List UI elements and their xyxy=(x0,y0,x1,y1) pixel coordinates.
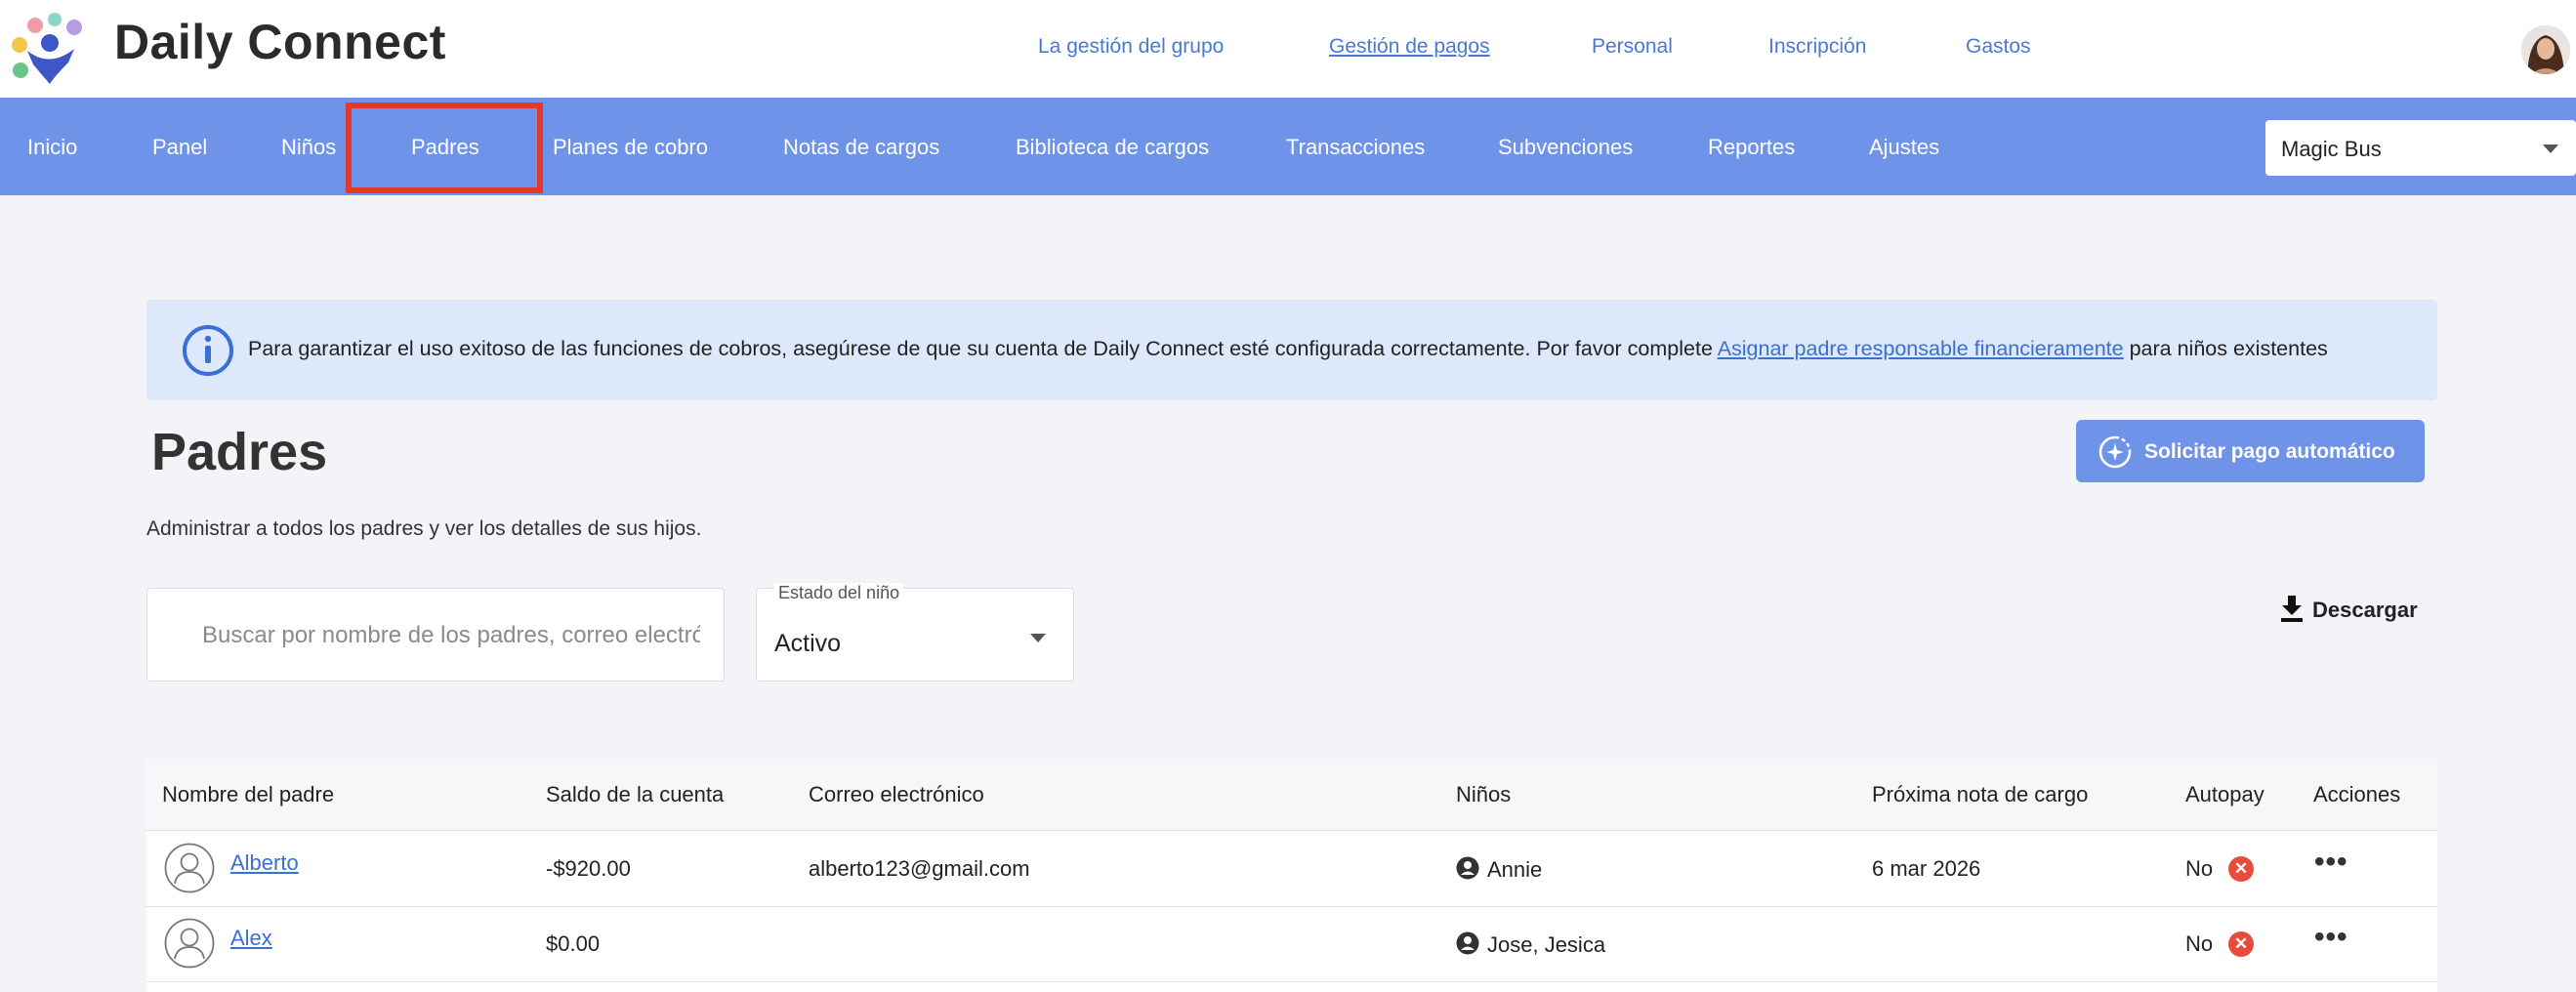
nav-item-dashboard[interactable]: Panel xyxy=(152,135,207,160)
top-header: Daily Connect La gestión del grupo Gesti… xyxy=(0,0,2576,98)
autopay-status: No xyxy=(2185,931,2214,956)
close-circle-icon: ✕ xyxy=(2228,856,2254,882)
email-cell: alberto123@gmail.com xyxy=(809,856,1030,881)
search-container xyxy=(146,588,725,682)
banner-text-after: para niños existentes xyxy=(2123,337,2328,360)
account-balance: -$920.00 xyxy=(546,856,631,881)
nav-item-charge-notes[interactable]: Notas de cargos xyxy=(783,135,939,160)
nav-item-home[interactable]: Inicio xyxy=(27,135,77,160)
download-icon xyxy=(2281,596,2303,622)
parent-avatar-icon xyxy=(164,843,215,893)
chevron-down-icon xyxy=(2543,145,2558,153)
child-status-select[interactable]: Estado del niño Activo xyxy=(756,583,1074,682)
nav-item-reports[interactable]: Reportes xyxy=(1708,135,1795,160)
children-cell: Annie xyxy=(1456,856,1542,883)
assign-financial-parent-link[interactable]: Asignar padre responsable financierament… xyxy=(1718,337,2124,360)
table-row: Alberto -$920.00 alberto123@gmail.com An… xyxy=(146,832,2437,907)
nav-item-charge-library[interactable]: Biblioteca de cargos xyxy=(1016,135,1209,160)
center-select[interactable]: Magic Bus xyxy=(2265,120,2576,176)
child-icon xyxy=(1456,931,1479,955)
request-autopay-label: Solicitar pago automático xyxy=(2144,440,2395,463)
topnav-group-management[interactable]: La gestión del grupo xyxy=(1038,35,1224,59)
info-banner: Para garantizar el uso exitoso de las fu… xyxy=(146,300,2437,400)
banner-text: Para garantizar el uso exitoso de las fu… xyxy=(248,337,2328,361)
close-circle-icon: ✕ xyxy=(2228,931,2254,957)
children-names: Annie xyxy=(1487,857,1543,882)
child-icon xyxy=(1456,856,1479,880)
table-header: Nombre del padre Saldo de la cuenta Corr… xyxy=(146,759,2437,831)
active-tab-indicator xyxy=(376,92,515,97)
column-header-email[interactable]: Correo electrónico xyxy=(809,782,984,807)
topnav-staff[interactable]: Personal xyxy=(1592,35,1673,59)
chevron-down-icon xyxy=(1030,634,1046,642)
topnav-payment-management[interactable]: Gestión de pagos xyxy=(1329,35,1490,59)
column-header-children[interactable]: Niños xyxy=(1456,782,1511,807)
topnav-enrollment[interactable]: Inscripción xyxy=(1768,35,1866,59)
nav-item-transactions[interactable]: Transacciones xyxy=(1286,135,1425,160)
avatar-portrait-icon xyxy=(2521,25,2570,74)
nav-item-subsidies[interactable]: Subvenciones xyxy=(1498,135,1633,160)
column-header-autopay[interactable]: Autopay xyxy=(2185,782,2264,807)
next-charge-date: 6 mar 2026 xyxy=(1872,856,1981,881)
child-status-label: Estado del niño xyxy=(774,583,904,603)
column-header-next-charge[interactable]: Próxima nota de cargo xyxy=(1872,782,2088,807)
request-autopay-button[interactable]: Solicitar pago automático xyxy=(2076,420,2425,482)
search-input[interactable] xyxy=(202,618,700,653)
user-avatar[interactable] xyxy=(2521,25,2570,74)
highlight-annotation-box xyxy=(346,103,543,193)
nav-item-settings[interactable]: Ajustes xyxy=(1869,135,1939,160)
info-icon xyxy=(183,325,233,376)
page-title: Padres xyxy=(151,423,328,481)
account-balance: $0.00 xyxy=(546,931,601,956)
children-names: Jose, Jesica xyxy=(1487,932,1606,957)
nav-item-billing-plans[interactable]: Planes de cobro xyxy=(553,135,708,160)
parents-table: Nombre del padre Saldo de la cuenta Corr… xyxy=(146,759,2437,992)
column-header-parent-name[interactable]: Nombre del padre xyxy=(162,782,334,807)
table-row: Alex $0.00 Jose, Jesica No ✕ ••• xyxy=(146,907,2437,982)
parent-name-link[interactable]: Alberto xyxy=(230,850,299,876)
download-label: Descargar xyxy=(2312,598,2418,622)
parent-avatar-icon xyxy=(164,918,215,969)
column-header-actions: Acciones xyxy=(2313,782,2401,806)
parent-name-link[interactable]: Alex xyxy=(230,926,272,951)
autopay-refresh-icon xyxy=(2098,435,2132,469)
daily-connect-logo-icon[interactable] xyxy=(6,8,94,86)
topnav-expenses[interactable]: Gastos xyxy=(1966,35,2031,59)
brand-name[interactable]: Daily Connect xyxy=(114,14,446,70)
column-header-balance[interactable]: Saldo de la cuenta xyxy=(546,782,724,807)
nav-item-children[interactable]: Niños xyxy=(281,135,336,160)
child-status-value: Activo xyxy=(774,630,842,657)
autopay-status: No xyxy=(2185,856,2214,881)
row-actions-menu-icon[interactable]: ••• xyxy=(2314,921,2348,954)
banner-text-before: Para garantizar el uso exitoso de las fu… xyxy=(248,337,1718,360)
page-subtitle: Administrar a todos los padres y ver los… xyxy=(146,517,702,540)
center-select-value: Magic Bus xyxy=(2281,137,2382,161)
row-actions-menu-icon[interactable]: ••• xyxy=(2314,846,2348,879)
children-cell: Jose, Jesica xyxy=(1456,931,1605,958)
